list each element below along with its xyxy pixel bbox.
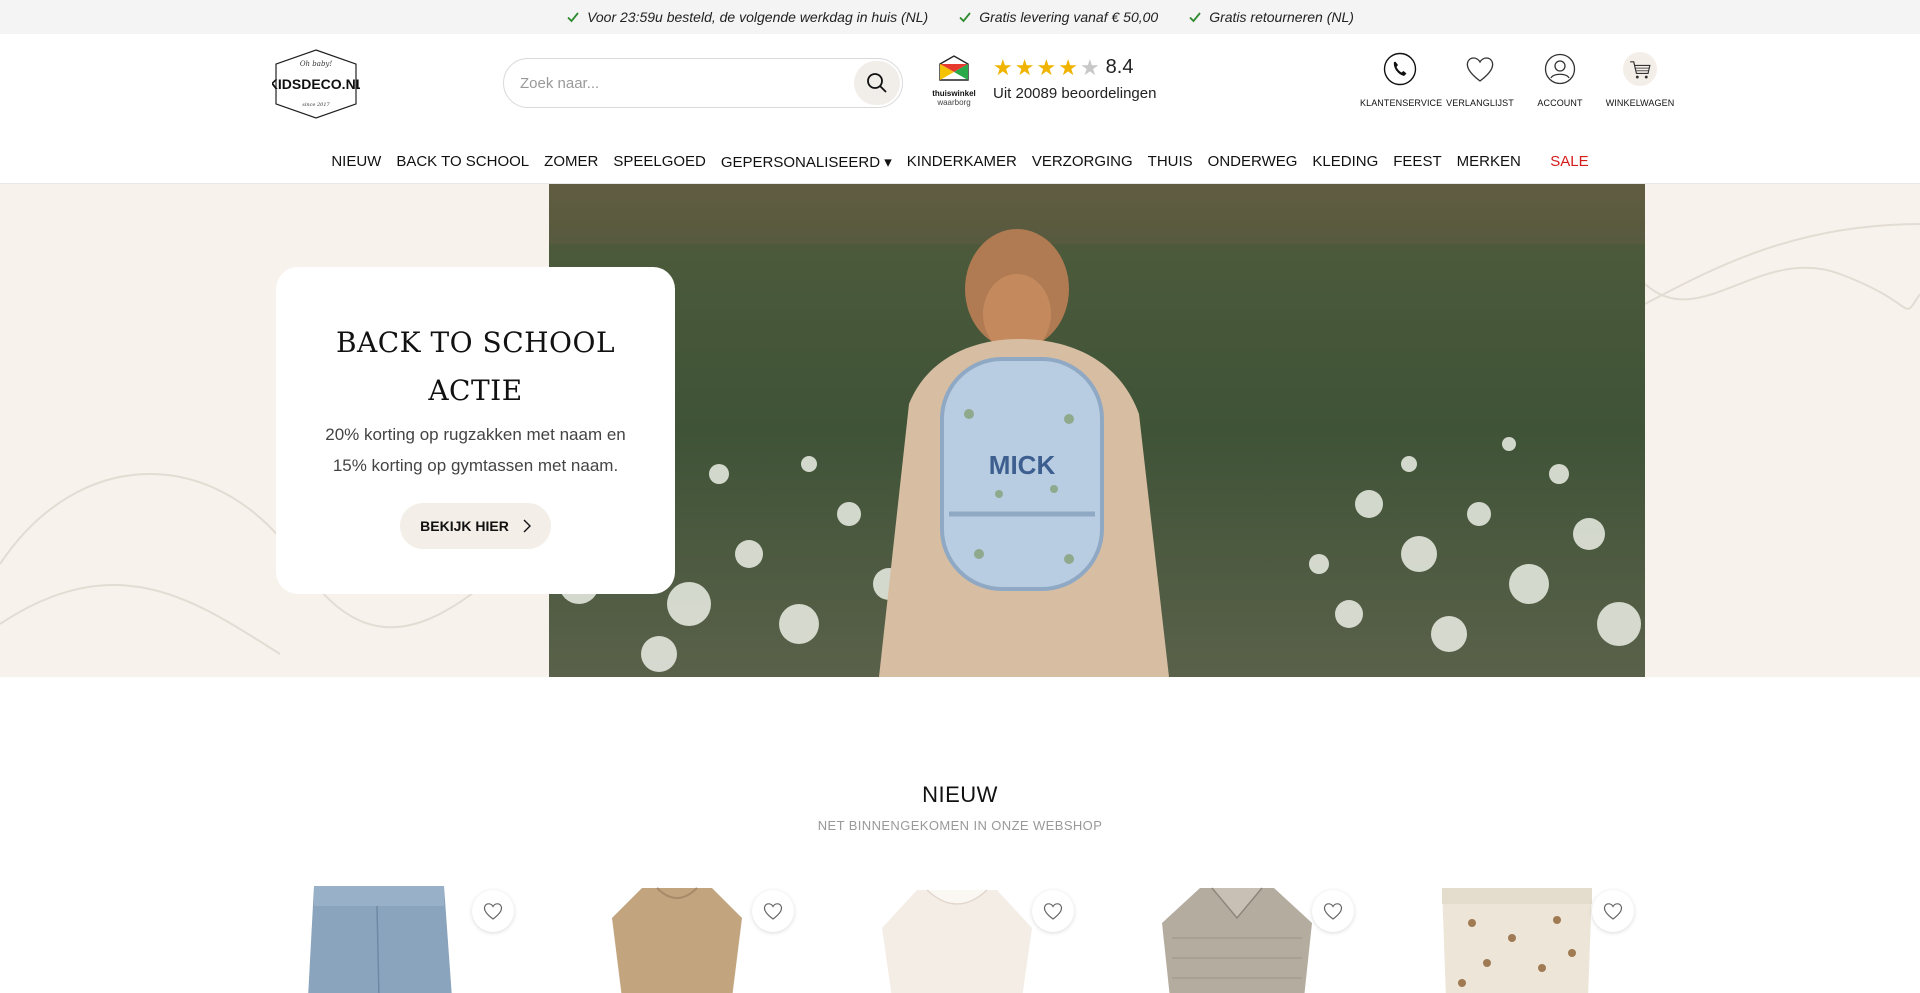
promo-card: BACK TO SCHOOL ACTIE 20% korting op rugz… bbox=[276, 267, 675, 594]
thuiswinkel-logo-icon bbox=[939, 55, 969, 81]
usp-item: Gratis levering vanaf € 50,00 bbox=[958, 9, 1158, 25]
usp-text: Gratis retourneren (NL) bbox=[1209, 9, 1354, 25]
hero-image[interactable]: MICK bbox=[549, 184, 1645, 677]
heart-icon bbox=[763, 903, 783, 920]
nav-item-kleding[interactable]: KLEDING bbox=[1305, 153, 1386, 170]
promo-description: 20% korting op rugzakken met naam en 15%… bbox=[325, 425, 626, 475]
cart-icon bbox=[1623, 52, 1657, 86]
main-nav: NIEUW BACK TO SCHOOL ZOMER SPEELGOED GEP… bbox=[0, 140, 1920, 184]
account-label: ACCOUNT bbox=[1537, 98, 1583, 108]
wishlist-button[interactable] bbox=[752, 890, 794, 932]
cart-label: WINKELWAGEN bbox=[1605, 98, 1675, 108]
nav-item-nieuw[interactable]: NIEUW bbox=[324, 153, 389, 170]
product-card[interactable] bbox=[272, 878, 522, 993]
product-card[interactable] bbox=[1392, 878, 1642, 993]
nav-item-back-to-school[interactable]: BACK TO SCHOOL bbox=[389, 153, 537, 170]
check-icon bbox=[567, 12, 579, 23]
star-icon: ★ bbox=[993, 54, 1013, 80]
nav-item-thuis[interactable]: THUIS bbox=[1140, 153, 1200, 170]
nav-item-gepersonaliseerd[interactable]: GEPERSONALISEERD ▾ bbox=[713, 153, 899, 171]
star-icon: ★ bbox=[1058, 54, 1078, 80]
usp-bar: Voor 23:59u besteld, de volgende werkdag… bbox=[0, 0, 1920, 34]
usp-text: Voor 23:59u besteld, de volgende werkdag… bbox=[587, 9, 929, 25]
thuiswinkel-badge[interactable]: thuiswinkel waarborg bbox=[927, 54, 981, 120]
customer-service-link[interactable]: KLANTENSERVICE bbox=[1360, 52, 1443, 108]
nav-item-zomer[interactable]: ZOMER bbox=[537, 153, 606, 170]
svg-text:since 2017: since 2017 bbox=[302, 102, 330, 108]
header-actions: KLANTENSERVICE VERLANGLIJST ACCOUNT WINK… bbox=[1360, 52, 1680, 108]
chevron-right-icon bbox=[523, 519, 531, 533]
usp-text: Gratis levering vanaf € 50,00 bbox=[979, 9, 1159, 25]
heart-icon bbox=[1603, 903, 1623, 920]
thuiswinkel-label: thuiswinkel bbox=[932, 89, 976, 98]
product-card[interactable] bbox=[1112, 878, 1362, 993]
promo-title: BACK TO SCHOOL ACTIE bbox=[335, 326, 616, 407]
site-logo[interactable]: Oh baby! KIDSDECO.NL since 2017 bbox=[272, 48, 360, 120]
usp-item: Gratis retourneren (NL) bbox=[1188, 9, 1354, 25]
star-empty-icon: ★ bbox=[1079, 54, 1100, 80]
product-card[interactable] bbox=[832, 878, 1082, 993]
search-icon bbox=[867, 73, 887, 93]
wishlist-label: VERLANGLIJST bbox=[1446, 98, 1514, 108]
user-icon bbox=[1543, 52, 1577, 86]
wishlist-button[interactable] bbox=[472, 890, 514, 932]
heart-icon bbox=[1043, 903, 1063, 920]
nav-item-feest[interactable]: FEEST bbox=[1386, 153, 1449, 170]
wishlist-link[interactable]: VERLANGLIJST bbox=[1440, 52, 1520, 108]
thuiswinkel-sublabel: waarborg bbox=[937, 98, 971, 107]
heart-icon bbox=[1463, 52, 1497, 86]
account-link[interactable]: ACCOUNT bbox=[1520, 52, 1600, 108]
check-icon bbox=[1189, 12, 1201, 23]
nav-item-sale[interactable]: SALE bbox=[1528, 153, 1596, 170]
section-subtitle: NET BINNENGEKOMEN IN ONZE WEBSHOP bbox=[817, 818, 1103, 833]
search-button[interactable] bbox=[854, 61, 900, 105]
customer-service-label: KLANTENSERVICE bbox=[1360, 98, 1443, 108]
star-icon: ★ bbox=[1014, 54, 1035, 80]
search-bar bbox=[503, 58, 903, 108]
rating-score: 8.4 bbox=[1105, 56, 1134, 78]
heart-icon bbox=[1323, 903, 1343, 920]
review-rating[interactable]: ★ ★ ★ ★ ★ 8.4 Uit 20089 beoordelingen bbox=[993, 56, 1156, 102]
nav-item-speelgoed[interactable]: SPEELGOED bbox=[606, 153, 714, 170]
view-offer-label: BEKIJK HIER bbox=[420, 518, 509, 534]
nav-item-merken[interactable]: MERKEN bbox=[1449, 153, 1528, 170]
svg-text:Oh baby!: Oh baby! bbox=[300, 60, 333, 68]
nav-item-verzorging[interactable]: VERZORGING bbox=[1024, 153, 1140, 170]
star-rating: ★ ★ ★ ★ ★ 8.4 bbox=[993, 56, 1156, 79]
svg-text:KIDSDECO.NL: KIDSDECO.NL bbox=[272, 76, 360, 92]
cart-link[interactable]: WINKELWAGEN bbox=[1600, 52, 1680, 108]
nav-item-onderweg[interactable]: ONDERWEG bbox=[1200, 153, 1305, 170]
hero-banner: MICK BACK TO SCHOOL ACTIE 20% korting op… bbox=[0, 184, 1920, 677]
section-title: NIEUW bbox=[922, 782, 998, 807]
heart-icon bbox=[483, 903, 503, 920]
site-header: Oh baby! KIDSDECO.NL since 2017 thuiswin… bbox=[0, 34, 1920, 134]
view-offer-button[interactable]: BEKIJK HIER bbox=[400, 503, 551, 549]
child-with-backpack-image: MICK bbox=[549, 184, 1645, 677]
star-icon: ★ bbox=[1036, 54, 1057, 80]
check-icon bbox=[959, 12, 971, 23]
usp-item: Voor 23:59u besteld, de volgende werkdag… bbox=[566, 9, 928, 25]
wishlist-button[interactable] bbox=[1312, 890, 1354, 932]
product-card[interactable] bbox=[552, 878, 802, 993]
product-carousel bbox=[272, 878, 1648, 993]
backpack-name-text: MICK bbox=[989, 450, 1056, 480]
search-input[interactable] bbox=[520, 71, 840, 95]
phone-icon bbox=[1383, 52, 1417, 86]
review-count: Uit 20089 beoordelingen bbox=[993, 85, 1157, 102]
wishlist-button[interactable] bbox=[1032, 890, 1074, 932]
nav-item-kinderkamer[interactable]: KINDERKAMER bbox=[899, 153, 1024, 170]
wishlist-button[interactable] bbox=[1592, 890, 1634, 932]
